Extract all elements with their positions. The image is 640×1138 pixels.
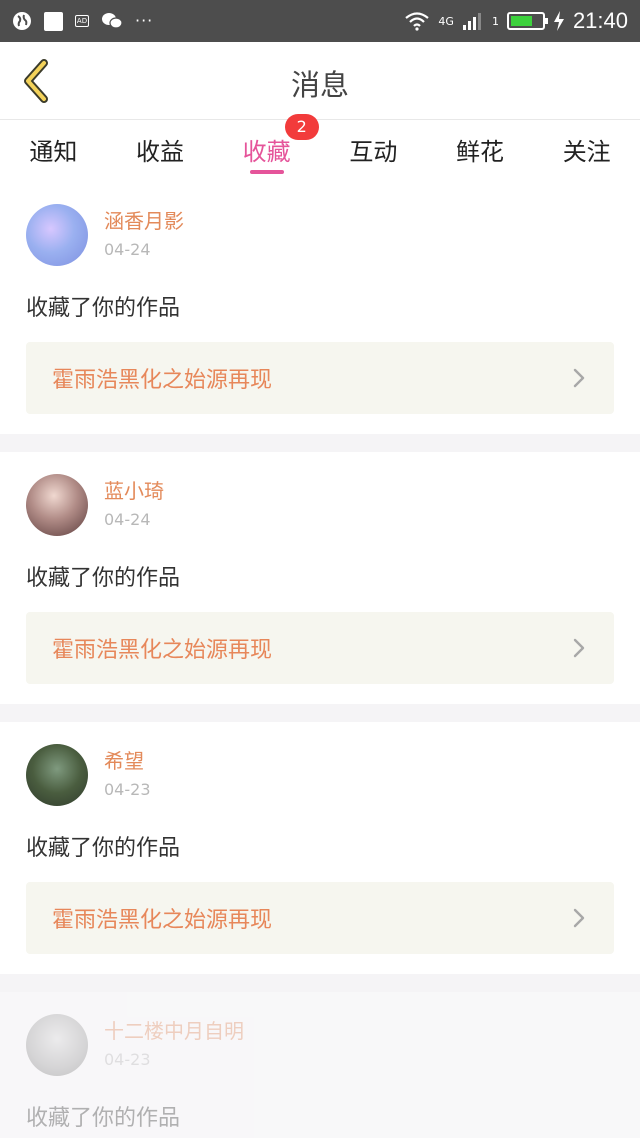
action-text: 收藏了你的作品 bbox=[26, 1106, 181, 1131]
message-card: 十二楼中月自明 04-23 收藏了你的作品 bbox=[0, 992, 640, 1138]
action-text: 收藏了你的作品 bbox=[26, 566, 181, 591]
action-text: 收藏了你的作品 bbox=[26, 296, 181, 321]
message-date: 04-24 bbox=[104, 240, 151, 259]
tab-following[interactable]: 关注 bbox=[533, 120, 640, 182]
work-title: 霍雨浩黑化之始源再现 bbox=[52, 908, 273, 933]
message-card: 蓝小琦 04-24 收藏了你的作品 霍雨浩黑化之始源再现 bbox=[0, 452, 640, 704]
clock: 21:40 bbox=[572, 8, 628, 33]
username[interactable]: 蓝小琦 bbox=[104, 478, 164, 504]
tab-flowers[interactable]: 鲜花 bbox=[427, 120, 534, 182]
tab-label: 关注 bbox=[562, 138, 611, 166]
work-link[interactable]: 霍雨浩黑化之始源再现 bbox=[26, 342, 614, 414]
message-date: 04-24 bbox=[104, 510, 151, 529]
message-date: 04-23 bbox=[104, 780, 151, 799]
work-title: 霍雨浩黑化之始源再现 bbox=[52, 638, 273, 663]
avatar[interactable] bbox=[26, 204, 88, 266]
tab-label: 通知 bbox=[29, 138, 78, 166]
more-notifications-icon: ··· bbox=[135, 11, 154, 30]
tab-label: 互动 bbox=[349, 138, 398, 166]
status-bar: AD ··· 4G 1 21:40 bbox=[0, 0, 640, 42]
unread-badge: 2 bbox=[284, 114, 319, 140]
work-link[interactable]: 霍雨浩黑化之始源再现 bbox=[26, 612, 614, 684]
tab-favorites[interactable]: 收藏 2 bbox=[213, 114, 320, 182]
tab-label: 收藏 bbox=[242, 138, 291, 166]
network-type: 4G bbox=[438, 14, 454, 28]
wechat-icon bbox=[101, 11, 123, 31]
username[interactable]: 希望 bbox=[104, 748, 151, 774]
chevron-right-icon bbox=[572, 636, 588, 660]
chevron-right-icon bbox=[572, 906, 588, 930]
signal-sub-label: 1 bbox=[491, 14, 499, 28]
tab-interactions[interactable]: 互动 bbox=[320, 120, 427, 182]
avatar[interactable] bbox=[26, 1014, 88, 1076]
action-text: 收藏了你的作品 bbox=[26, 836, 181, 861]
work-title: 霍雨浩黑化之始源再现 bbox=[52, 368, 273, 393]
message-date: 04-23 bbox=[104, 1050, 151, 1069]
tab-notifications[interactable]: 通知 bbox=[0, 120, 107, 182]
username[interactable]: 涵香月影 bbox=[104, 208, 184, 234]
active-tab-indicator bbox=[249, 170, 284, 174]
avatar[interactable] bbox=[26, 744, 88, 806]
avatar[interactable] bbox=[26, 474, 88, 536]
signal-icon bbox=[462, 11, 484, 31]
wifi-icon bbox=[404, 11, 430, 31]
page-title: 消息 bbox=[290, 68, 349, 102]
username[interactable]: 十二楼中月自明 bbox=[104, 1018, 244, 1044]
tab-label: 收益 bbox=[136, 138, 184, 166]
message-list: 涵香月影 04-24 收藏了你的作品 霍雨浩黑化之始源再现 蓝小琦 04-24 … bbox=[0, 182, 640, 1138]
globe-icon bbox=[12, 11, 32, 31]
tab-earnings[interactable]: 收益 bbox=[107, 120, 214, 182]
work-link[interactable]: 霍雨浩黑化之始源再现 bbox=[26, 882, 614, 954]
message-card: 涵香月影 04-24 收藏了你的作品 霍雨浩黑化之始源再现 bbox=[0, 182, 640, 434]
app-header: 消息 bbox=[0, 42, 640, 120]
tab-label: 鲜花 bbox=[456, 138, 505, 166]
battery-icon bbox=[506, 12, 548, 30]
tab-bar: 通知 收益 收藏 2 互动 鲜花 关注 bbox=[0, 114, 640, 182]
notification-square-icon bbox=[44, 11, 63, 31]
charging-icon bbox=[553, 11, 565, 31]
message-card: 希望 04-23 收藏了你的作品 霍雨浩黑化之始源再现 bbox=[0, 722, 640, 974]
ad-icon: AD bbox=[75, 15, 89, 27]
chevron-right-icon bbox=[572, 366, 588, 390]
